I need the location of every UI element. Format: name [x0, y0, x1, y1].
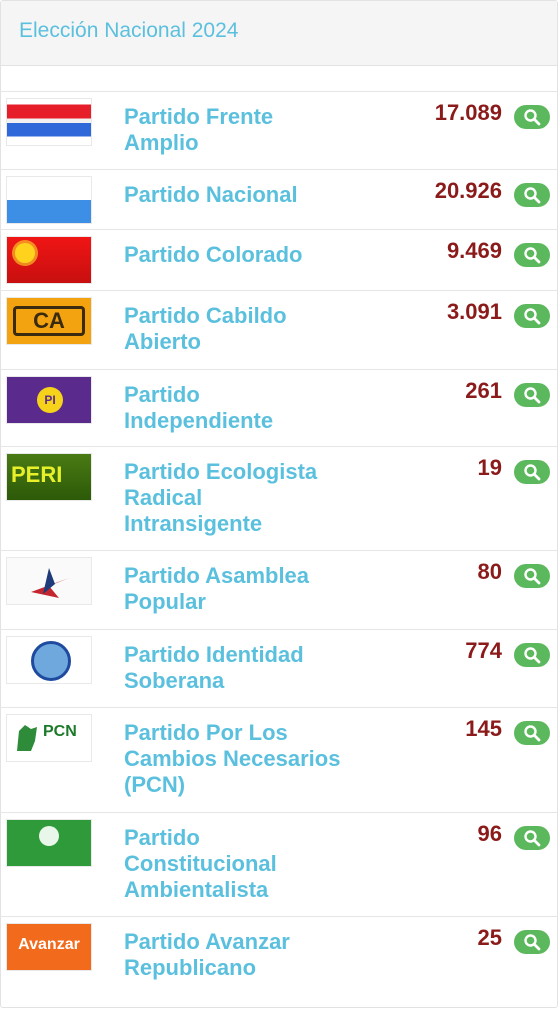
identidad-soberana-flag-icon	[6, 636, 92, 684]
party-name: Partido Asamblea Popular	[124, 563, 310, 614]
partido-colorado-flag-icon	[6, 236, 92, 284]
magnifier-icon	[524, 387, 541, 404]
magnifier-icon	[524, 830, 541, 847]
party-name: Partido Ecologista Radical Intransigente	[124, 459, 318, 536]
party-name: Partido Cabildo Abierto	[124, 303, 287, 354]
magnifier-icon	[524, 647, 541, 664]
party-name: Partido Identidad Soberana	[124, 642, 304, 693]
magnifier-icon	[524, 187, 541, 204]
magnifier-icon	[524, 308, 541, 325]
zoom-button[interactable]	[514, 721, 550, 745]
pcn-flag-icon: PCN	[6, 714, 92, 762]
frente-amplio-flag-icon	[6, 98, 92, 146]
partido-nacional-flag-icon	[6, 176, 92, 224]
list-item: Partido Constitucional Ambientalista 96	[0, 813, 558, 917]
party-name: Partido Avanzar Republicano	[124, 929, 290, 980]
zoom-button[interactable]	[514, 460, 550, 484]
party-list: Partido Frente Amplio 17.089 Partido Nac…	[0, 91, 558, 1005]
party-name: Partido Nacional	[124, 182, 298, 207]
zoom-button[interactable]	[514, 105, 550, 129]
cabildo-abierto-flag-icon: CA	[6, 297, 92, 345]
vote-count: 25	[477, 925, 502, 950]
list-item: Partido Asamblea Popular 80	[0, 551, 558, 630]
party-name: Partido Colorado	[124, 242, 303, 267]
party-name: Partido Frente Amplio	[124, 104, 274, 155]
panel-header: Elección Nacional 2024	[1, 1, 557, 66]
vote-count: 20.926	[434, 178, 502, 203]
zoom-button[interactable]	[514, 383, 550, 407]
list-item: Partido Frente Amplio 17.089	[0, 92, 558, 170]
page-title: Elección Nacional 2024	[19, 19, 239, 42]
zoom-button[interactable]	[514, 930, 550, 954]
zoom-button[interactable]	[514, 564, 550, 588]
vote-count: 96	[477, 821, 502, 846]
constitucional-ambientalista-flag-icon	[6, 819, 92, 867]
party-name: Partido Por Los Cambios Necesarios (PCN)	[124, 720, 341, 797]
zoom-button[interactable]	[514, 183, 550, 207]
magnifier-icon	[524, 109, 541, 126]
vote-count: 17.089	[434, 100, 502, 125]
magnifier-icon	[524, 247, 541, 264]
magnifier-icon	[524, 568, 541, 585]
magnifier-icon	[524, 464, 541, 481]
asamblea-popular-flag-icon	[6, 557, 92, 605]
magnifier-icon	[524, 934, 541, 951]
vote-count: 9.469	[446, 238, 502, 263]
vote-count: 145	[465, 716, 502, 741]
avanzar-republicano-flag-icon: Avanzar	[6, 923, 92, 971]
zoom-button[interactable]	[514, 826, 550, 850]
peri-flag-icon: PERI	[6, 453, 92, 501]
zoom-button[interactable]	[514, 243, 550, 267]
party-name: Partido Independiente	[124, 382, 274, 433]
vote-count: 19	[477, 455, 502, 480]
partido-independiente-flag-icon: PI	[6, 376, 92, 424]
magnifier-icon	[524, 725, 541, 742]
vote-count: 774	[465, 638, 502, 663]
party-name: Partido Constitucional Ambientalista	[124, 825, 277, 902]
list-item: Partido Nacional 20.926	[0, 170, 558, 230]
vote-count: 261	[465, 378, 502, 403]
list-item: PI Partido Independiente 261	[0, 370, 558, 447]
vote-count: 3.091	[446, 299, 502, 324]
list-item: Avanzar Partido Avanzar Republicano 25	[0, 917, 558, 1005]
vote-count: 80	[477, 559, 502, 584]
list-item: PERI Partido Ecologista Radical Intransi…	[0, 447, 558, 551]
list-item: PCN Partido Por Los Cambios Necesarios (…	[0, 708, 558, 813]
zoom-button[interactable]	[514, 643, 550, 667]
list-item: Partido Identidad Soberana 774	[0, 630, 558, 708]
zoom-button[interactable]	[514, 304, 550, 328]
list-item: CA Partido Cabildo Abierto 3.091	[0, 291, 558, 370]
list-item: Partido Colorado 9.469	[0, 230, 558, 291]
